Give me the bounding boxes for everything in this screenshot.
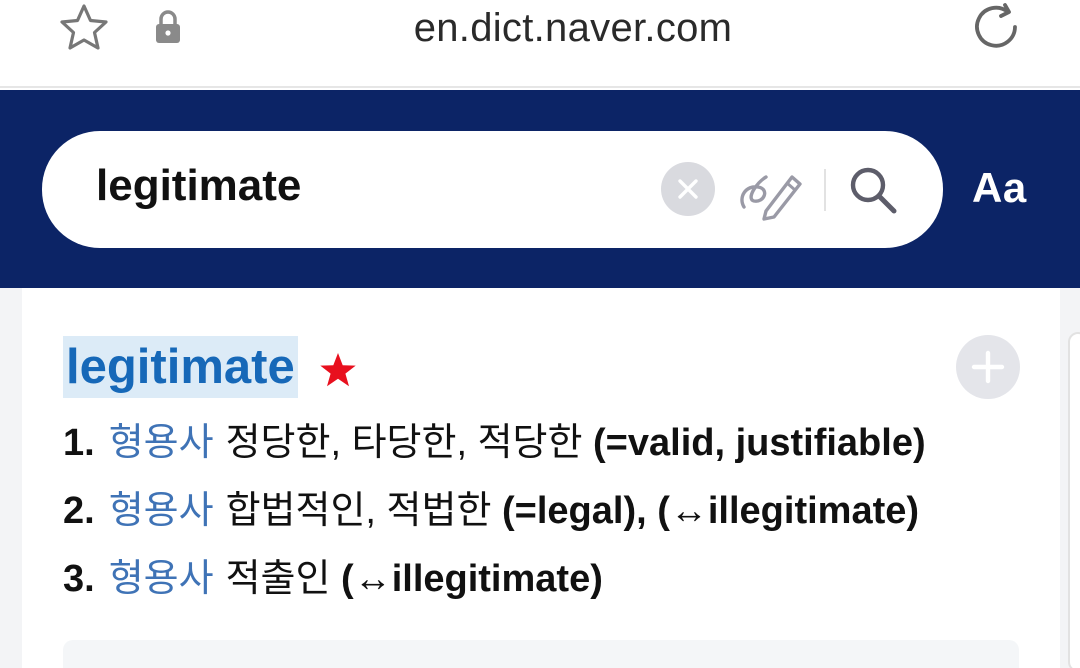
search-divider [824, 169, 826, 211]
content-area: legitimate 1. 형용사 정당한, 타당한, 적당한 (=valid, j… [0, 288, 1080, 668]
star-filled-icon [320, 353, 356, 387]
entry-card: legitimate 1. 형용사 정당한, 타당한, 적당한 (=valid, j… [22, 288, 1060, 668]
search-input[interactable] [96, 161, 636, 211]
font-size-button[interactable]: Aa [972, 164, 1027, 212]
clear-button[interactable] [661, 162, 715, 216]
add-wordbook-button[interactable] [956, 335, 1020, 399]
sense-synonyms: (↔illegitimate) [341, 558, 603, 600]
next-card-edge [1068, 332, 1080, 668]
example-box [63, 640, 1019, 668]
handwriting-pen-icon[interactable] [736, 157, 806, 221]
dictionary-header: Aa [0, 90, 1080, 288]
plus-icon [971, 350, 1005, 384]
search-box[interactable] [42, 131, 943, 248]
sense-meaning: 합법적인, 적법한 [225, 490, 492, 532]
sense-number: 1. [63, 422, 95, 464]
sense-number: 3. [63, 558, 95, 600]
sense-meaning: 적출인 [225, 558, 331, 600]
sense-meaning: 정당한, 타당한, 적당한 [225, 422, 583, 464]
headword[interactable]: legitimate [63, 336, 298, 398]
sense-item: 2. 형용사 합법적인, 적법한 (=legal), (↔illegitimate) [63, 488, 1013, 556]
sense-item: 1. 형용사 정당한, 타당한, 적당한 (=valid, justifiable) [63, 420, 1013, 488]
url-text[interactable]: en.dict.naver.com [0, 6, 1080, 51]
browser-url-bar: en.dict.naver.com [0, 0, 1080, 88]
sense-synonyms: (=valid, justifiable) [593, 422, 926, 464]
part-of-speech: 형용사 [108, 558, 214, 600]
part-of-speech: 형용사 [108, 422, 214, 464]
clear-icon [678, 179, 698, 199]
reload-icon[interactable] [968, 0, 1024, 56]
part-of-speech: 형용사 [108, 490, 214, 532]
sense-synonyms: (=legal), (↔illegitimate) [502, 490, 920, 532]
search-icon[interactable] [844, 161, 902, 219]
sense-item: 3. 형용사 적출인 (↔illegitimate) [63, 556, 1013, 624]
sense-list: 1. 형용사 정당한, 타당한, 적당한 (=valid, justifiable)… [63, 420, 1013, 624]
sense-number: 2. [63, 490, 95, 532]
